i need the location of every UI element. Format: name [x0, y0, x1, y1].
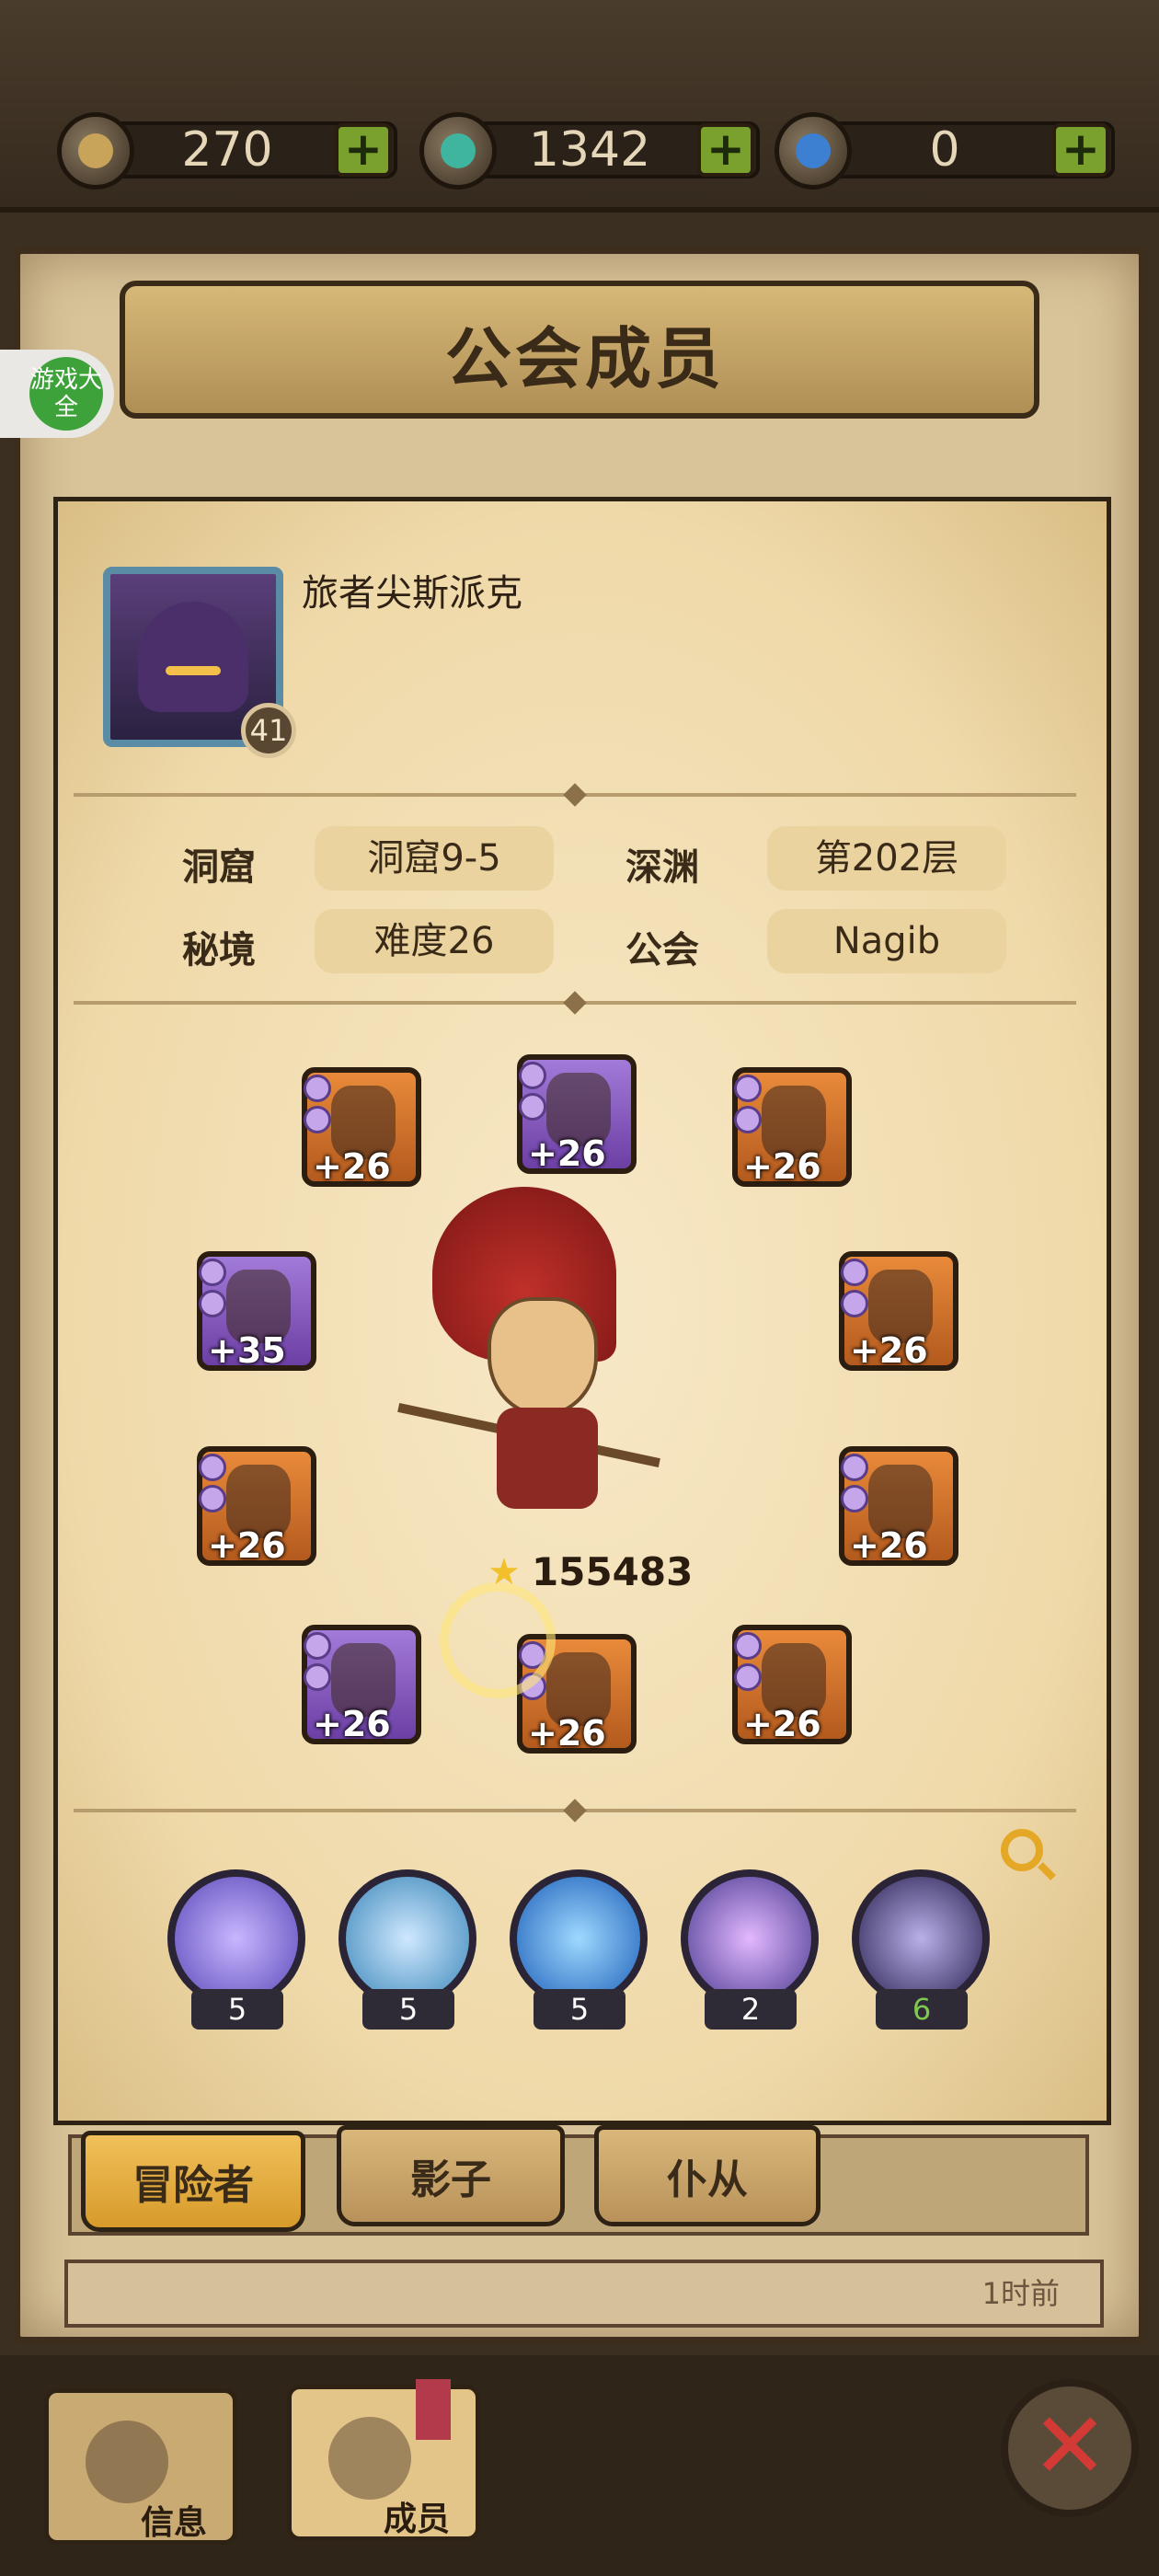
- skill-skull-smoke[interactable]: 6: [852, 1869, 990, 2030]
- equipment-slot-accessory[interactable]: +26: [732, 1625, 852, 1744]
- equipment-level: +26: [313, 1704, 391, 1744]
- add-crystal-button[interactable]: +: [697, 123, 754, 177]
- star-icon: ★: [488, 1551, 521, 1593]
- nav-members[interactable]: 成员: [287, 2385, 480, 2541]
- equipment-level: +26: [850, 1525, 928, 1566]
- nav-info-label: 信息: [141, 2504, 208, 2542]
- equipment-slot-cloak[interactable]: +35: [197, 1251, 316, 1371]
- equipment-level: +26: [528, 1713, 606, 1754]
- bookmark-ribbon-icon: [416, 2379, 451, 2440]
- member-silhouette-icon: [328, 2417, 411, 2500]
- skill-count: 5: [191, 1989, 283, 2030]
- equipment-level: +26: [313, 1146, 391, 1187]
- tab-shadow[interactable]: 影子: [337, 2125, 565, 2226]
- gold-amount: 270: [181, 122, 273, 178]
- equipment-level: +26: [208, 1525, 286, 1566]
- currency-bar: 270 + 1342 + 0 +: [0, 0, 1159, 213]
- tab-adventurer[interactable]: 冒险者: [81, 2131, 305, 2232]
- equipment-slot-weapon[interactable]: +26: [302, 1067, 421, 1187]
- guild-value: Nagib: [767, 909, 1006, 973]
- equipment-slot-shoulder[interactable]: +26: [197, 1446, 316, 1566]
- skill-question-arrow[interactable]: 5: [339, 1869, 476, 2030]
- cave-value: 洞窟9-5: [315, 826, 554, 891]
- equipment-level: +26: [528, 1133, 606, 1174]
- skill-lightning[interactable]: 2: [681, 1869, 819, 2030]
- gem-amount: 0: [929, 122, 960, 178]
- skill-count: 5: [534, 1989, 625, 2030]
- player-level-badge: 41: [241, 703, 296, 758]
- equipment-level: +26: [743, 1146, 821, 1187]
- abyss-value: 第202层: [767, 826, 1006, 891]
- skill-count: 5: [362, 1989, 454, 2030]
- list-item[interactable]: 1时前: [64, 2260, 1104, 2328]
- page-title: 公会成员: [444, 320, 725, 397]
- skill-sword-burst[interactable]: 5: [510, 1869, 648, 2030]
- nav-members-label: 成员: [384, 2501, 451, 2538]
- tab-servant[interactable]: 仆从: [594, 2125, 820, 2226]
- crystal-amount: 1342: [528, 122, 651, 178]
- equipment-slot-offhand[interactable]: +26: [732, 1067, 852, 1187]
- title-banner: 公会成员: [120, 281, 1039, 419]
- equipment-slot-ring[interactable]: +26: [302, 1625, 421, 1744]
- game-hub-badge[interactable]: 游戏大全: [0, 350, 114, 438]
- game-hub-icon: 游戏大全: [29, 357, 103, 431]
- equipment-level: +26: [850, 1330, 928, 1371]
- skill-sparkle-blade[interactable]: 5: [167, 1869, 305, 2030]
- hooded-figure-icon: [138, 602, 248, 712]
- secret-realm-label: 秘境: [182, 929, 256, 972]
- player-name: 旅者尖斯派克: [302, 572, 522, 615]
- equipment-level: +35: [208, 1330, 286, 1371]
- skill-count: 6: [876, 1989, 968, 2030]
- combat-power: 155483: [532, 1549, 694, 1594]
- sheriff-hat-icon: [86, 2421, 168, 2503]
- equipment-slot-helmet[interactable]: +26: [517, 1054, 637, 1174]
- skill-count: 2: [705, 1989, 797, 2030]
- equipment-slot-legs[interactable]: +26: [839, 1446, 958, 1566]
- abyss-label: 深渊: [625, 846, 699, 889]
- add-gold-button[interactable]: +: [335, 123, 392, 177]
- tap-indicator: [440, 1582, 556, 1698]
- nav-info[interactable]: 信息: [44, 2388, 237, 2545]
- timestamp: 1时前: [981, 2276, 1060, 2311]
- equipment-level: +26: [743, 1704, 821, 1744]
- hero-character[interactable]: [397, 1187, 671, 1536]
- secret-realm-value: 难度26: [315, 909, 554, 973]
- close-button[interactable]: ✕: [1001, 2379, 1139, 2517]
- guild-label: 公会: [625, 929, 699, 972]
- add-gem-button[interactable]: +: [1052, 123, 1109, 177]
- search-icon[interactable]: [1001, 1829, 1043, 1871]
- cave-label: 洞窟: [182, 846, 256, 889]
- equipment-slot-armor[interactable]: +26: [839, 1251, 958, 1371]
